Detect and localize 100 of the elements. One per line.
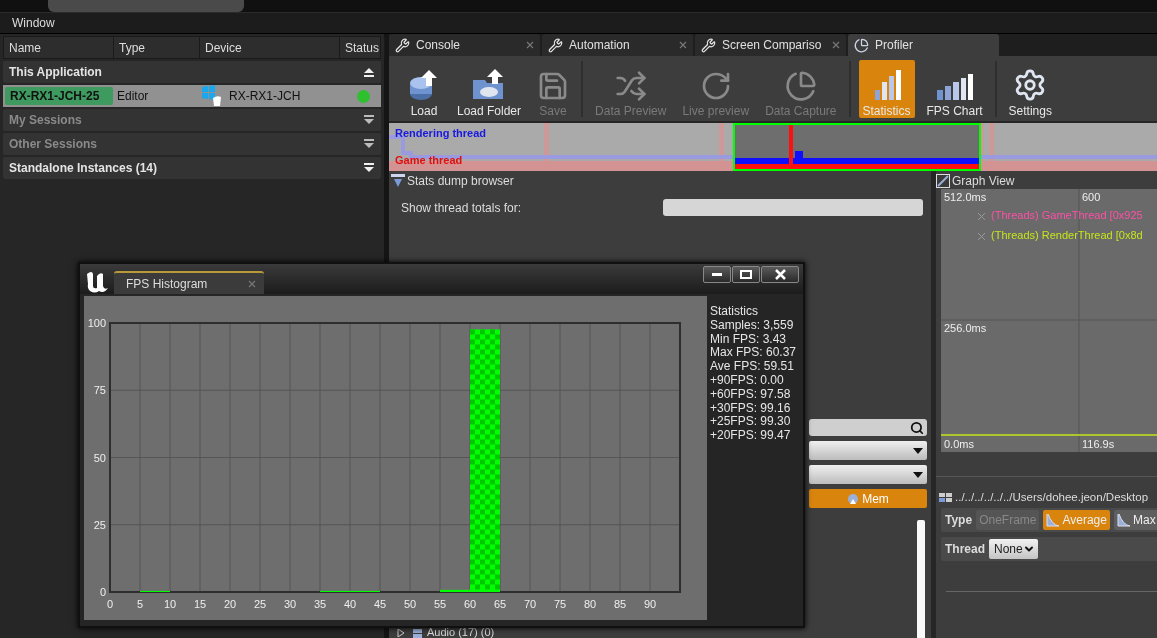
pie-chart-icon — [854, 37, 869, 53]
group-title: Other Sessions — [9, 137, 98, 151]
close-button[interactable] — [761, 266, 799, 283]
thread-totals-field[interactable] — [663, 199, 923, 216]
wrench-icon — [548, 37, 563, 53]
toolbar-button[interactable]: Load Folder — [453, 59, 526, 118]
search-field[interactable] — [809, 419, 927, 436]
toolbar-button[interactable]: FPS Chart — [922, 59, 987, 118]
x-axis-label: 80 — [583, 598, 597, 610]
statistic-line: Samples: 3,559 — [710, 318, 795, 333]
group-title: This Application — [9, 65, 102, 79]
y-axis-label: 512.0ms — [944, 191, 987, 203]
expand-icon[interactable] — [363, 163, 375, 173]
group-title: Standalone Instances (14) — [9, 161, 158, 175]
column-title[interactable]: Type — [114, 37, 200, 58]
minimize-icon — [712, 273, 722, 276]
statistics-title: Statistics — [710, 305, 759, 319]
x-axis-label: 116.9s — [1082, 438, 1115, 450]
session-row[interactable]: RX-RX1-JCH-25 Editor RX-RX1-JCH — [3, 85, 381, 107]
x-axis-label: 90 — [643, 598, 657, 610]
column-title[interactable]: Device — [200, 37, 340, 58]
session-type: Editor — [117, 89, 150, 103]
tab[interactable]: Profiler — [848, 34, 999, 56]
statistic-line: +30FPS: 99.16 — [710, 401, 792, 416]
y-axis-label: 75 — [93, 384, 106, 397]
thread-dropdown[interactable]: None — [989, 539, 1038, 559]
statistic-line: Min FPS: 3.43 — [710, 332, 788, 347]
x-axis-label: 40 — [343, 598, 357, 610]
statistic-line: +90FPS: 0.00 — [710, 374, 785, 388]
wrench-icon — [395, 37, 410, 53]
maximize-button[interactable] — [732, 266, 760, 283]
scrollbar[interactable] — [917, 520, 925, 638]
statistic-line: +25FPS: 99.30 — [710, 415, 792, 430]
panel-title: Graph View — [952, 174, 1015, 188]
option-label: Thread — [945, 542, 985, 556]
close-icon[interactable] — [679, 41, 687, 49]
curve-icon — [1116, 513, 1131, 527]
x-axis-label: 85 — [613, 598, 627, 610]
x-axis-label: 75 — [553, 598, 567, 610]
tab[interactable]: Console — [389, 34, 540, 56]
close-icon[interactable] — [526, 41, 534, 49]
collapse-arrow-icon[interactable] — [391, 174, 405, 188]
option-label: Type — [945, 513, 973, 527]
column-title[interactable]: Name — [4, 37, 114, 58]
y-axis-label: 0 — [99, 586, 106, 598]
legend-label: (Threads) GameThread [0x925 — [991, 209, 1143, 221]
thread-label: Rendering thread — [395, 127, 487, 139]
file-path: ../../../../../../Users/dohee.jeon/Desktop — [955, 491, 1149, 503]
x-axis-label: 45 — [373, 598, 387, 610]
close-icon[interactable] — [248, 279, 256, 288]
x-axis-label: 0 — [106, 598, 114, 610]
group-title: My Sessions — [9, 113, 82, 127]
statistic-line: Ave FPS: 59.51 — [710, 360, 795, 374]
expand-triangle-icon[interactable] — [397, 628, 405, 637]
tab[interactable]: Screen Compariso — [695, 34, 846, 56]
y-axis-label: 100 — [87, 317, 106, 329]
toolbar-button[interactable]: Load — [403, 59, 445, 118]
toolbar-button[interactable]: Settings — [1004, 59, 1056, 118]
window-tab[interactable]: FPS Histogram — [114, 271, 264, 294]
x-axis-label: 50 — [403, 598, 417, 610]
x-axis-label: 15 — [193, 598, 207, 610]
x-axis-label: 600 — [1082, 191, 1101, 203]
close-icon — [774, 269, 786, 280]
session-name: RX-RX1-JCH-25 — [5, 87, 113, 105]
field-label: Show thread totals for: — [401, 200, 522, 215]
session-group[interactable]: Standalone Instances (14) — [3, 157, 381, 179]
x-axis-label: 55 — [433, 598, 447, 610]
pie-chart-icon — [784, 69, 817, 102]
statistic-line: +20FPS: 99.47 — [710, 429, 792, 443]
menu-item[interactable]: Window — [12, 16, 55, 30]
type-option[interactable]: Max — [1113, 510, 1157, 530]
y-axis-label: 25 — [93, 518, 106, 531]
x-axis-label: 20 — [223, 598, 237, 610]
tab[interactable]: Automation — [542, 34, 693, 56]
y-axis-label: 256.0ms — [944, 322, 987, 334]
caret-icon — [913, 447, 923, 454]
curve-icon — [1046, 513, 1061, 527]
thread-timeline-drawing[interactable] — [389, 123, 1157, 171]
x-axis-label: 60 — [463, 598, 477, 610]
arrows-icon — [614, 69, 647, 102]
minimize-button[interactable] — [703, 266, 731, 283]
x-axis-label: 70 — [523, 598, 537, 610]
x-axis-label: 65 — [493, 598, 507, 610]
thread-label: Game thread — [395, 154, 463, 166]
wrench-icon — [701, 37, 716, 53]
collapse-icon[interactable] — [363, 67, 375, 77]
x-axis-label: 30 — [283, 598, 297, 610]
column-title[interactable]: Status — [340, 37, 386, 58]
tree-item[interactable]: Audio (17) (0) — [427, 627, 495, 638]
device-name: RX-RX1-JCH — [229, 89, 301, 103]
ascending-bars-icon — [934, 71, 975, 102]
y-axis-label: 0.0ms — [944, 438, 974, 450]
panel-title: Stats dump browser — [407, 174, 514, 188]
session-group[interactable]: This Application — [3, 61, 381, 83]
windows-device-icon — [201, 85, 223, 107]
statistic-line: Max FPS: 60.37 — [710, 346, 797, 361]
legend-label: (Threads) RenderThread [0x8d — [991, 229, 1143, 241]
close-icon[interactable] — [832, 41, 840, 49]
maximize-icon — [740, 270, 752, 279]
file-icon — [939, 491, 953, 503]
